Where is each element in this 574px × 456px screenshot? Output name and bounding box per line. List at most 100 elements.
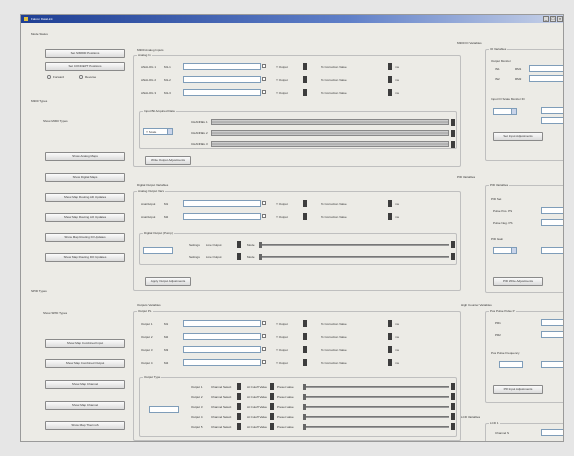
pulse-line-output-spin-2[interactable] [237, 253, 241, 260]
lcd-channel-input[interactable] [541, 429, 563, 436]
y-scale-dropdown[interactable]: Y Scale [143, 128, 173, 135]
analog-row-3-check[interactable] [262, 90, 266, 94]
pulse-slider-1-knob[interactable] [259, 242, 262, 248]
pulse-slider-2-knob[interactable] [259, 254, 262, 260]
output-row-1-input[interactable] [183, 320, 261, 327]
dig-row-1-y-spin[interactable] [303, 200, 307, 207]
cfg-row-1-channel-spin[interactable] [237, 383, 241, 390]
cfg-row-5-slider[interactable] [303, 426, 449, 428]
output-row-3-y-spin[interactable] [303, 346, 307, 353]
show-map-channel-button[interactable]: Show Map Channel [45, 380, 125, 389]
io-scale-value-1[interactable] [541, 107, 563, 114]
maximize-button[interactable]: □ [550, 16, 556, 22]
output-row-2-y-spin[interactable] [303, 333, 307, 340]
pulse-pos-input[interactable] [541, 207, 563, 214]
output-row-4-input[interactable] [183, 359, 261, 366]
apply-output-adjustments-button[interactable]: Apply Output Adjustments [145, 277, 191, 286]
pulse-neg-input[interactable] [541, 219, 563, 226]
cfg-row-1-slider-spin[interactable] [451, 383, 455, 390]
output-row-2-input[interactable] [183, 333, 261, 340]
analog-row-1-check[interactable] [262, 64, 266, 68]
cfg-row-5-slider-knob[interactable] [303, 424, 306, 430]
rm2-input[interactable] [529, 75, 563, 82]
channel-3-spin[interactable] [451, 141, 455, 148]
forward-radio[interactable] [47, 75, 51, 79]
cfg-row-4-slider[interactable] [303, 416, 449, 418]
pr1-input[interactable] [541, 319, 563, 326]
write-output-adjustments-button[interactable]: Write Output Adjustments [145, 156, 191, 165]
channel-1-spin[interactable] [451, 119, 455, 126]
pulse-slider-2[interactable] [259, 256, 449, 258]
cfg-row-1-slider-knob[interactable] [303, 384, 306, 390]
analog-row-1-y-spin[interactable] [303, 63, 307, 70]
cfg-row-2-cutoff-spin[interactable] [270, 393, 274, 400]
cfg-row-5-slider-spin[interactable] [451, 423, 455, 430]
show-map-combined-output-button[interactable]: Show Map Combined Output [45, 359, 125, 368]
analog-row-2-y-spin[interactable] [303, 76, 307, 83]
cfg-row-4-slider-spin[interactable] [451, 413, 455, 420]
analog-row-3-input[interactable] [183, 89, 261, 96]
cfg-row-2-channel-spin[interactable] [237, 393, 241, 400]
show-map-channel-button-2[interactable]: Show Map Channel [45, 401, 125, 410]
output-row-3-check[interactable] [262, 347, 266, 351]
show-digital-maps-button[interactable]: Show Digital Maps [45, 173, 125, 182]
io-scale-dropdown[interactable] [493, 108, 517, 115]
output-row-3-corr-spin[interactable] [388, 346, 392, 353]
cfg-row-5-channel-spin[interactable] [237, 423, 241, 430]
show-map-routing-ad-button[interactable]: Show Map Routing AD Updates [45, 193, 125, 202]
show-map-routing-ao-button[interactable]: Show Map Routing AO Updates [45, 213, 125, 222]
cfg-row-2-slider-knob[interactable] [303, 394, 306, 400]
analog-row-2-input[interactable] [183, 76, 261, 83]
analog-row-1-input[interactable] [183, 63, 261, 70]
pos-pulse-value-1[interactable] [541, 361, 563, 368]
reverse-radio[interactable] [79, 75, 83, 79]
cfg-row-4-cutoff-spin[interactable] [270, 413, 274, 420]
output-row-4-check[interactable] [262, 360, 266, 364]
cfg-row-1-slider[interactable] [303, 386, 449, 388]
output-row-2-corr-spin[interactable] [388, 333, 392, 340]
output-row-1-corr-spin[interactable] [388, 320, 392, 327]
analog-row-2-check[interactable] [262, 77, 266, 81]
cfg-row-2-slider-spin[interactable] [451, 393, 455, 400]
output-row-2-check[interactable] [262, 334, 266, 338]
analog-row-1-corr-spin[interactable] [388, 63, 392, 70]
dig-row-2-check[interactable] [262, 214, 266, 218]
show-map-combined-input-button[interactable]: Show Map Combined Input [45, 339, 125, 348]
show-map-thermos-button[interactable]: Show Map ThermoS [45, 421, 125, 430]
cfg-row-3-slider[interactable] [303, 406, 449, 408]
cfg-row-3-slider-spin[interactable] [451, 403, 455, 410]
dig-row-1-corr-spin[interactable] [388, 200, 392, 207]
cfg-row-4-channel-spin[interactable] [237, 413, 241, 420]
output-type-value-input[interactable] [149, 406, 179, 413]
show-map-routing-di-button[interactable]: Show Map Routing DI Updates [45, 233, 125, 242]
close-button[interactable]: × [557, 16, 563, 22]
cfg-row-2-slider[interactable] [303, 396, 449, 398]
dig-row-2-corr-spin[interactable] [388, 213, 392, 220]
pr2-input[interactable] [541, 331, 563, 338]
dig-row-2-input[interactable] [183, 213, 261, 220]
channel-2-spin[interactable] [451, 130, 455, 137]
pulse-slider-1[interactable] [259, 244, 449, 246]
analog-row-3-corr-spin[interactable] [388, 89, 392, 96]
set-input-adjustments-button[interactable]: Set Input Adjustments [493, 132, 543, 141]
pulse-slider-1-spin[interactable] [451, 241, 455, 248]
minimize-button[interactable]: _ [543, 16, 549, 22]
output-row-1-y-spin[interactable] [303, 320, 307, 327]
cfg-row-3-cutoff-spin[interactable] [270, 403, 274, 410]
pos-pulse-frequency-input[interactable] [499, 361, 523, 368]
pulse-line-output-spin-1[interactable] [237, 241, 241, 248]
analog-row-3-y-spin[interactable] [303, 89, 307, 96]
show-map-routing-do-button[interactable]: Show Map Routing DO Updates [45, 253, 125, 262]
set-concept-positions-button[interactable]: Set CONCEPT Positions [45, 62, 125, 71]
dig-row-1-input[interactable] [183, 200, 261, 207]
cfg-row-1-cutoff-spin[interactable] [270, 383, 274, 390]
pulse-slider-2-spin[interactable] [451, 253, 455, 260]
output-row-3-input[interactable] [183, 346, 261, 353]
io-scale-value-2[interactable] [541, 117, 563, 124]
output-row-4-corr-spin[interactable] [388, 359, 392, 366]
pr-input-adjustments-button[interactable]: PR Input Adjustments [493, 385, 543, 394]
show-analog-maps-button[interactable]: Show Analog Maps [45, 152, 125, 161]
cfg-row-3-slider-knob[interactable] [303, 404, 306, 410]
pid-write-adjustments-button[interactable]: PID Write Adjustments [493, 277, 543, 286]
output-row-1-check[interactable] [262, 321, 266, 325]
